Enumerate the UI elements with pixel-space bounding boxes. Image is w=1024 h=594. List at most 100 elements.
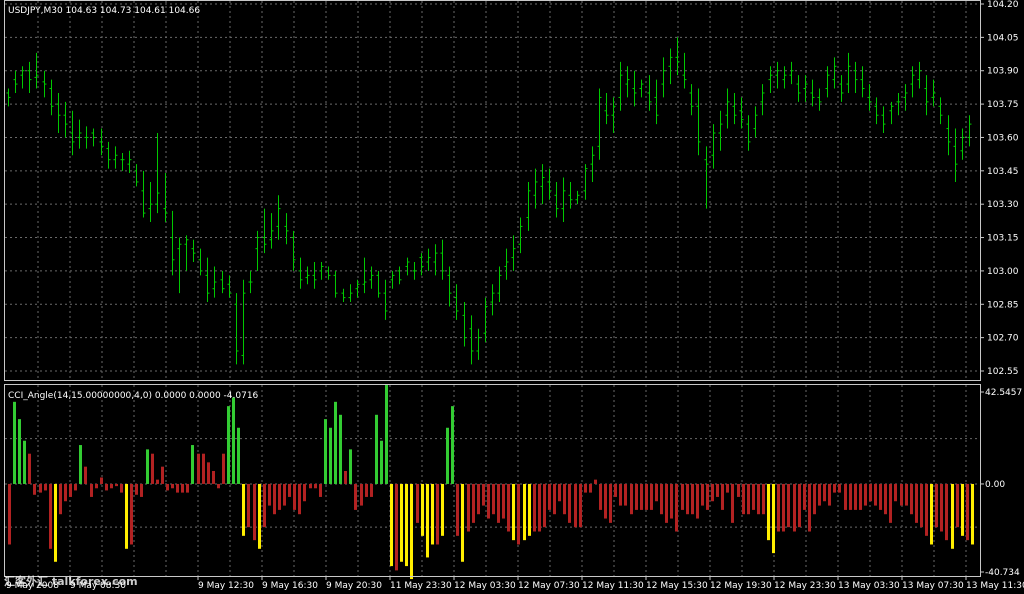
histogram-bar [380,440,383,484]
ohlc-bar [184,235,189,271]
histogram-bar [477,483,480,515]
ohlc-bar [63,101,68,138]
histogram-bar [349,449,352,484]
histogram-bar [390,483,393,567]
histogram-bar [431,483,434,545]
histogram-bar [314,483,317,489]
histogram-bar [951,483,954,549]
ohlc-bar [917,61,922,89]
ohlc-bar [839,75,844,102]
time-tick-label: 13 May 03:30 [838,581,900,591]
ohlc-bar [20,66,25,89]
histogram-bar [844,483,847,510]
price-tick-label: 103.15 [987,234,1019,244]
histogram-bar [293,483,296,510]
ohlc-bar [376,270,381,298]
ohlc-bar [397,266,402,285]
histogram-bar [711,483,714,502]
mt4-chart-window[interactable]: 104.20 104.05 103.90 103.75 103.60 103.45 103.… [0,0,1024,594]
histogram-bar [874,483,877,506]
histogram-bar [619,483,622,506]
ohlc-bar [760,84,765,116]
ohlc-bar [262,208,267,254]
ohlc-bar [148,181,153,222]
histogram-bar [39,483,42,493]
histogram-bar [966,483,969,541]
time-tick-label: 12 May 07:30 [518,581,580,591]
ohlc-bar [654,79,659,125]
histogram-bar [630,483,633,515]
ohlc-bar [810,79,815,107]
histogram-bar [782,483,785,532]
histogram-bar [227,406,230,484]
time-tick-label: 13 May 11:30 [966,581,1024,591]
price-tick-label: 103.60 [987,133,1019,143]
histogram-bar [258,483,261,549]
histogram-bar [884,483,887,515]
ohlc-bar [70,110,75,156]
ohlc-bar [77,119,82,149]
histogram-bar [767,483,770,541]
ohlc-bar [13,70,18,93]
price-tick-label: 102.55 [987,367,1019,377]
histogram-bar [925,483,928,536]
histogram-bar [410,483,413,580]
ohlc-bar [696,88,701,156]
histogram-bar [232,397,235,484]
histogram-bar [202,453,205,484]
ohlc-bar [298,257,303,289]
ohlc-bar [91,128,96,147]
main-grid [5,1,980,380]
histogram-bar [660,483,663,515]
histogram-bar [64,483,67,502]
histogram-bar [309,483,312,489]
ohlc-bar [931,79,936,107]
ohlc-bar [355,279,360,298]
histogram-bar [533,483,536,532]
histogram-bar [589,483,592,493]
histogram-bar [838,483,841,493]
histogram-bar [787,483,790,528]
histogram-bar [624,483,627,506]
histogram-bar [869,483,872,502]
ohlc-bar [604,92,609,125]
histogram-bar [640,483,643,510]
ohlc-bar [291,230,296,271]
histogram-bar [665,483,668,523]
histogram-bar [344,470,347,484]
chart-canvas[interactable]: 104.20 104.05 103.90 103.75 103.60 103.45 103.… [0,0,1024,594]
main-chart-title: USDJPY,M30 104.63 104.73 104.61 104.66 [8,6,200,16]
ohlc-bar [440,239,445,280]
histogram-bar [609,483,612,523]
histogram-bar [945,483,948,541]
histogram-bar [563,483,566,515]
ohlc-bar [106,141,111,169]
ohlc-bar [127,150,132,174]
histogram-bar [405,483,408,567]
histogram-bar [217,483,220,489]
histogram-bar [23,440,26,484]
ohlc-bar [390,270,395,289]
ohlc-bar [49,79,54,116]
ohlc-bar [369,266,374,289]
ohlc-bar [198,248,203,276]
histogram-bar [161,466,164,484]
histogram-bar [115,483,118,487]
ohlc-bar [241,279,246,365]
histogram-bar [44,483,47,491]
histogram-bar [823,483,826,502]
indicator-tick-label: 42.5457 [985,388,1022,398]
ohlc-bar [6,88,11,107]
ohlc-bar [817,88,822,111]
histogram-bar [130,483,133,545]
ohlc-bar [518,217,523,254]
histogram-bar [339,414,342,484]
histogram-bar [110,483,113,489]
ohlc-bar [490,284,495,316]
histogram-bar [833,483,836,493]
ohlc-bar [739,97,744,129]
ohlc-bar [383,279,388,320]
time-tick-label: 12 May 11:30 [582,581,644,591]
histogram-bar [242,483,245,536]
histogram-bar [456,483,459,536]
